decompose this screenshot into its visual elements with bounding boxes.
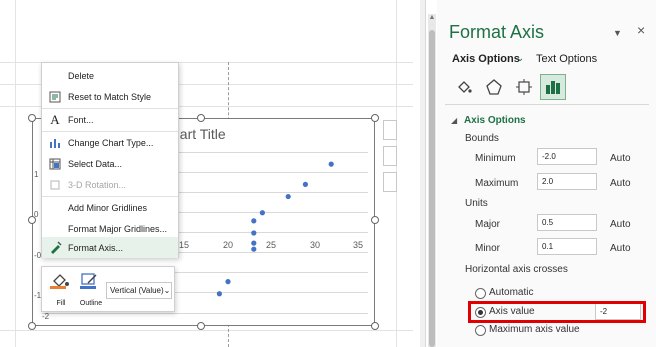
font-icon: A [50,111,60,127]
menu-item-select-data[interactable]: Select Data... [42,153,178,174]
resize-handle[interactable] [371,322,379,330]
menu-item-font[interactable]: A Font... [42,109,178,130]
axis-options-section-header[interactable]: ◢ Axis Options [451,115,526,126]
highlight-annotation [468,301,646,323]
x-tick-label: 20 [223,240,234,250]
section-title: Axis Options [463,115,526,126]
chart-element-dropdown[interactable]: Vertical (Value) ⌄ [106,282,172,299]
automatic-label: Automatic [489,287,534,298]
major-gridline [42,313,368,314]
tab-axis-options[interactable]: Axis Options [452,53,520,65]
format-axis-icon [42,241,68,254]
paint-bucket-icon [50,273,72,292]
tab-text-options[interactable]: Text Options [536,53,597,65]
units-label: Units [465,198,488,209]
resize-handle[interactable] [371,114,379,122]
menu-item-label: Change Chart Type... [68,137,154,148]
menu-item-label: Format Axis... [68,242,124,253]
menu-item-label: Delete [68,70,95,81]
menu-item-label: Select Data... [68,158,123,169]
format-axis-pane: Format Axis ▼ × Axis Options ⌄ Text Opti… [437,0,656,347]
automatic-radio[interactable] [475,288,486,299]
maximum-axis-value-radio[interactable] [475,325,486,336]
chevron-down-icon: ⌄ [163,286,171,295]
fill-line-icon[interactable] [451,74,477,100]
bounds-label: Bounds [465,133,499,144]
minor-label: Minor [475,243,501,254]
menu-item-reset-style[interactable]: Reset to Match Style [42,86,178,107]
maximum-input[interactable] [537,173,597,190]
caret-down-icon: ◢ [451,116,458,125]
sheet-gridline [15,0,16,347]
major-label: Major [475,219,501,230]
menu-item-label: 3-D Rotation... [68,179,127,190]
scroll-up-icon[interactable]: ▲ [428,14,436,24]
minimum-auto-button[interactable]: Auto [610,153,631,164]
chart-type-icon [42,137,68,149]
menu-item-add-minor-gridlines[interactable]: Add Minor Gridlines [42,197,178,218]
maximum-label: Maximum [475,178,519,189]
chart-filters-button[interactable] [383,172,397,192]
sheet-gridline [0,330,413,331]
resize-handle[interactable] [371,216,379,224]
axis-options-icon[interactable] [540,74,566,100]
horizontal-axis-crosses-label: Horizontal axis crosses [465,264,568,275]
size-properties-icon[interactable] [511,74,537,100]
close-icon[interactable]: × [637,22,645,38]
rotation-icon [42,179,68,191]
divider [445,104,649,105]
reset-style-icon [42,91,68,103]
menu-item-format-axis[interactable]: Format Axis... [42,237,178,258]
x-tick-label: 35 [353,240,364,250]
major-unit-input[interactable] [537,214,597,231]
pencil-icon [80,273,102,292]
x-tick-label: 25 [266,240,277,250]
pane-scrollbar[interactable]: ▲ [428,14,436,347]
minimum-input[interactable] [537,148,597,165]
resize-handle[interactable] [197,322,205,330]
x-tick-label: 15 [179,240,190,250]
chart-styles-button[interactable] [383,146,397,166]
minor-unit-input[interactable] [537,238,597,255]
menu-item-label: Font... [68,114,94,125]
menu-item-label: Format Major Gridlines... [68,223,168,234]
y-tick-label: -2 [42,312,50,321]
mini-toolbar: Fill Outline Vertical (Value) ⌄ [41,266,175,312]
menu-item-delete[interactable]: Delete [42,65,178,86]
fill-label: Fill [56,300,66,307]
outline-label: Outline [79,300,103,307]
chart-elements-button[interactable] [383,120,397,140]
pane-splitter[interactable] [420,0,426,347]
major-auto-button[interactable]: Auto [610,219,631,230]
y-tick-label: 0 [34,210,39,219]
y-tick-label: 1 [34,170,39,179]
chevron-down-icon[interactable]: ⌄ [516,53,524,64]
resize-handle[interactable] [28,322,36,330]
effects-icon[interactable] [481,74,507,100]
scrollbar-thumb[interactable] [429,30,435,347]
outline-button[interactable]: Outline [78,271,104,307]
resize-handle[interactable] [197,114,205,122]
menu-item-format-major-gridlines[interactable]: Format Major Gridlines... [42,218,178,239]
resize-handle[interactable] [28,114,36,122]
menu-item-change-chart-type[interactable]: Change Chart Type... [42,132,178,153]
select-data-icon [42,158,68,170]
dropdown-value: Vertical (Value) [110,286,164,295]
pane-title: Format Axis [449,22,545,42]
menu-item-3d-rotation: 3-D Rotation... [42,174,178,195]
chevron-down-icon[interactable]: ▼ [613,28,622,38]
minor-auto-button[interactable]: Auto [610,243,631,254]
maximum-axis-value-label: Maximum axis value [489,324,580,335]
context-menu: Delete Reset to Match Style A Font... Ch… [41,62,179,258]
menu-item-label: Reset to Match Style [68,91,152,102]
minimum-label: Minimum [475,153,516,164]
fill-button[interactable]: Fill [48,271,74,307]
chart-title[interactable]: hart Title [172,126,226,142]
maximum-auto-button[interactable]: Auto [610,178,631,189]
x-tick-label: 30 [310,240,321,250]
menu-item-label: Add Minor Gridlines [68,202,148,213]
